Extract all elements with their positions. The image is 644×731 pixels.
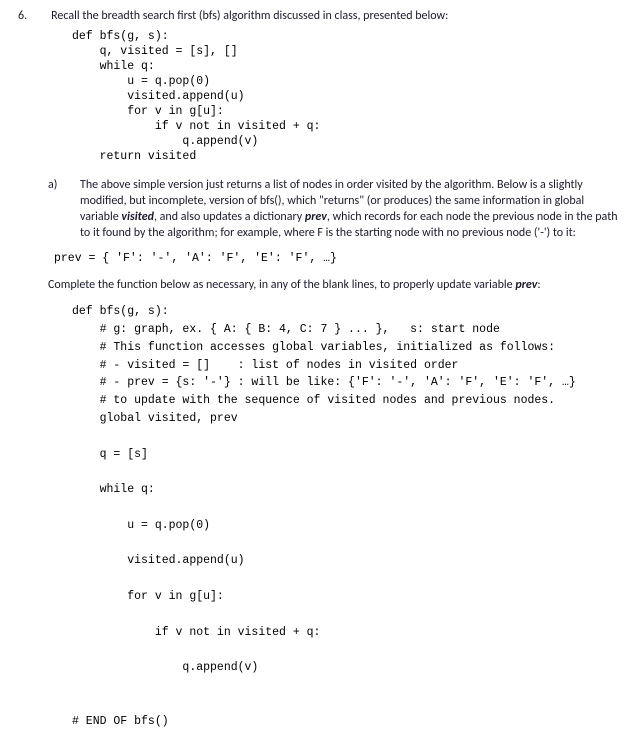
code-block-2: def bfs(g, s): # g: graph, ex. { A: { B:…: [72, 303, 622, 731]
question-number: 6.: [18, 8, 27, 24]
question-text: Recall the breadth search first (bfs) al…: [51, 8, 448, 24]
prev-example-line: prev = { 'F': '-', 'A': 'F', 'E': 'F', ……: [54, 251, 622, 267]
visited-em: visited: [121, 210, 154, 224]
part-a-seg2: , and also updates a dictionary: [154, 210, 305, 224]
complete-seg2: :: [537, 278, 540, 292]
complete-seg1: Complete the function below as necessary…: [48, 278, 515, 292]
complete-prev-em: prev: [515, 278, 537, 292]
part-a-text: The above simple version just returns a …: [80, 177, 622, 242]
part-a: a) The above simple version just returns…: [48, 177, 622, 242]
code-block-1: def bfs(g, s): q, visited = [s], [] whil…: [72, 30, 622, 164]
complete-instruction: Complete the function below as necessary…: [48, 277, 622, 293]
prev-em: prev: [305, 210, 327, 224]
part-letter: a): [48, 177, 62, 242]
question-header: 6. Recall the breadth search first (bfs)…: [18, 8, 622, 24]
